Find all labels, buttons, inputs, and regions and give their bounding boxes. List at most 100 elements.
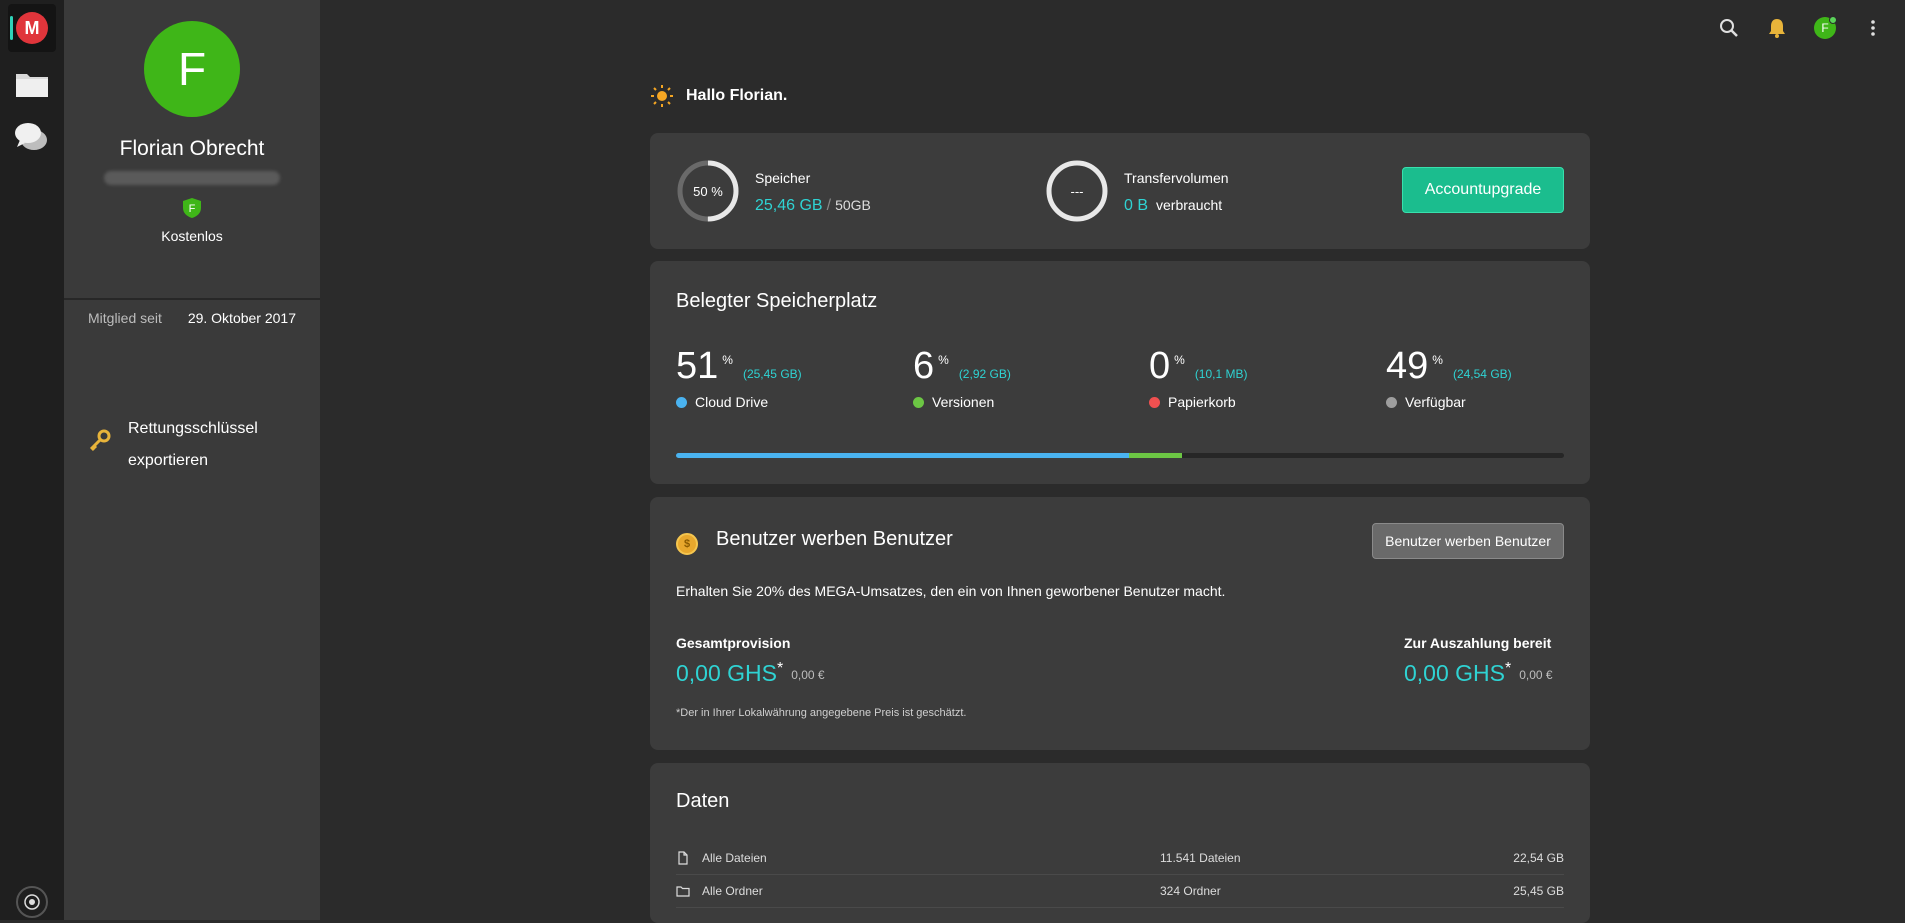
referral-card: $ Benutzer werben Benutzer Benutzer werb… [650, 497, 1590, 750]
storage-percent: 50 % [693, 183, 723, 199]
file-icon [678, 851, 688, 865]
data-row-label: Alle Ordner [702, 884, 763, 898]
usage-legend-label: Cloud Drive [695, 394, 769, 410]
usage-title: Belegter Speicherplatz [676, 290, 878, 312]
usage-bar [676, 453, 1564, 458]
folder-icon [676, 886, 690, 897]
key-icon [89, 429, 111, 452]
data-row-folders[interactable]: Alle Ordner 324 Ordner 25,45 GB [676, 875, 1564, 908]
member-since-label: Mitglied seit [88, 310, 162, 326]
mega-logo-icon: M [16, 12, 48, 44]
upgrade-button[interactable]: Accountupgrade [1402, 167, 1564, 213]
usage-percent-value: 0 [1149, 345, 1171, 387]
chat-button[interactable] [8, 112, 56, 160]
data-card: Daten Alle Dateien 11.541 Dateien 22,54 … [650, 763, 1590, 923]
referral-description: Erhalten Sie 20% des MEGA-Umsatzes, den … [676, 583, 1226, 599]
usage-percent-sign: % [722, 353, 733, 367]
quota-card: 50 % Speicher 25,46 GB/50GB --- Transfer… [650, 133, 1590, 249]
usage-stat-0: 51 % (25,45 GB) Cloud Drive [676, 345, 896, 410]
storage-value: 25,46 GB/50GB [755, 197, 871, 215]
usage-legend-label: Verfügbar [1405, 394, 1466, 410]
transfer-ring-text: --- [1070, 183, 1084, 199]
data-row-size: 22,54 GB [1513, 851, 1564, 865]
export-recovery-key-link[interactable]: Rettungsschlüssel exportieren [88, 413, 278, 477]
search-icon [1720, 19, 1738, 37]
data-row-count: 11.541 Dateien [1160, 851, 1241, 865]
storage-sep: / [826, 197, 832, 214]
greeting: Hallo Florian. [650, 84, 787, 108]
usage-percent-sign: % [1432, 353, 1443, 367]
referral-button[interactable]: Benutzer werben Benutzer [1372, 523, 1564, 559]
icon-rail: M [0, 0, 64, 920]
sun-icon [651, 85, 673, 107]
notifications-button[interactable] [1765, 16, 1789, 40]
network-status-button[interactable] [16, 886, 48, 918]
chat-icon [15, 123, 47, 150]
transfer-used-suffix: verbraucht [1156, 197, 1223, 213]
transfer-label: Transfervolumen [1124, 170, 1229, 186]
usage-percent-value: 49 [1386, 345, 1429, 387]
payout-amount: 0,00 GHS [1404, 660, 1505, 686]
usage-legend-dot [1386, 396, 1397, 408]
usage-legend-dot [1149, 396, 1160, 408]
plan-label: Kostenlos [161, 228, 223, 244]
payout-eur: 0,00 € [1519, 667, 1553, 682]
usage-percent-sign: % [1174, 353, 1185, 367]
profile-header: F Florian Obrecht F Kostenlos [64, 21, 320, 300]
total-commission-amount: 0,00 GHS [676, 660, 777, 686]
usage-size: (24,54 GB) [1452, 367, 1512, 381]
avatar[interactable]: F [144, 21, 240, 117]
cloud-drive-button[interactable] [8, 60, 56, 108]
usage-size: (2,92 GB) [958, 367, 1011, 381]
data-row-files[interactable]: Alle Dateien 11.541 Dateien 22,54 GB [676, 842, 1564, 875]
total-asterisk: * [777, 660, 784, 677]
data-row-count: 324 Ordner [1160, 884, 1221, 898]
usage-percent-value: 51 [676, 345, 719, 387]
data-title: Daten [676, 790, 730, 812]
payout-label: Zur Auszahlung bereit [1404, 635, 1552, 651]
profile-sidebar: F Florian Obrecht F Kostenlos Mitglied s… [64, 0, 320, 920]
usage-size: (25,45 GB) [742, 367, 802, 381]
plan-badge-letter: F [189, 203, 196, 215]
currency-footnote: *Der in Ihrer Lokalwährung angegebene Pr… [676, 707, 967, 719]
usage-bar-segment-1 [1128, 453, 1183, 458]
storage-used: 25,46 GB [755, 197, 823, 214]
bell-icon [1769, 19, 1785, 38]
search-button[interactable] [1717, 16, 1741, 40]
top-bar-icons: F [1717, 16, 1885, 40]
storage-usage-card: Belegter Speicherplatz 51 % (25,45 GB) Clou… [650, 261, 1590, 484]
payout-asterisk: * [1505, 660, 1512, 677]
member-since: Mitglied seit 29. Oktober 2017 [88, 310, 296, 326]
account-menu-button[interactable]: F [1813, 16, 1837, 40]
transfer-value: 0 B verbraucht [1124, 197, 1222, 215]
more-vertical-icon [1871, 20, 1875, 36]
referral-title: Benutzer werben Benutzer [716, 528, 953, 550]
total-commission-value: 0,00 GHS* 0,00 € [676, 660, 825, 687]
total-commission-eur: 0,00 € [791, 667, 825, 682]
usage-legend-label: Papierkorb [1168, 394, 1236, 410]
payout-value: 0,00 GHS* 0,00 € [1404, 660, 1553, 687]
avatar: F [1814, 16, 1837, 39]
usage-stat-1: 6 % (2,92 GB) Versionen [913, 345, 1133, 410]
member-since-value: 29. Oktober 2017 [187, 310, 296, 326]
usage-legend-dot [913, 396, 924, 408]
mega-home-button[interactable]: M [8, 4, 56, 52]
coin-icon: $ [676, 533, 698, 555]
total-commission-label: Gesamtprovision [676, 635, 791, 651]
recovery-line-2: exportieren [128, 452, 209, 469]
data-row-label: Alle Dateien [702, 851, 767, 865]
usage-stat-3: 49 % (24,54 GB) Verfügbar [1386, 345, 1606, 410]
data-row-size: 25,45 GB [1513, 884, 1564, 898]
usage-percent-value: 6 [913, 345, 935, 387]
usage-bar-segment-0 [676, 453, 1129, 458]
greeting-text: Hallo Florian. [686, 87, 788, 104]
user-name: Florian Obrecht [119, 137, 265, 160]
usage-percent-sign: % [938, 353, 949, 367]
folder-icon [16, 74, 48, 97]
recovery-line-1: Rettungsschlüssel [128, 420, 258, 437]
storage-label: Speicher [755, 170, 811, 186]
usage-size: (10,1 MB) [1194, 367, 1248, 381]
more-menu-button[interactable] [1861, 16, 1885, 40]
plan-shield-icon: F [183, 198, 201, 218]
network-icon [24, 894, 40, 910]
